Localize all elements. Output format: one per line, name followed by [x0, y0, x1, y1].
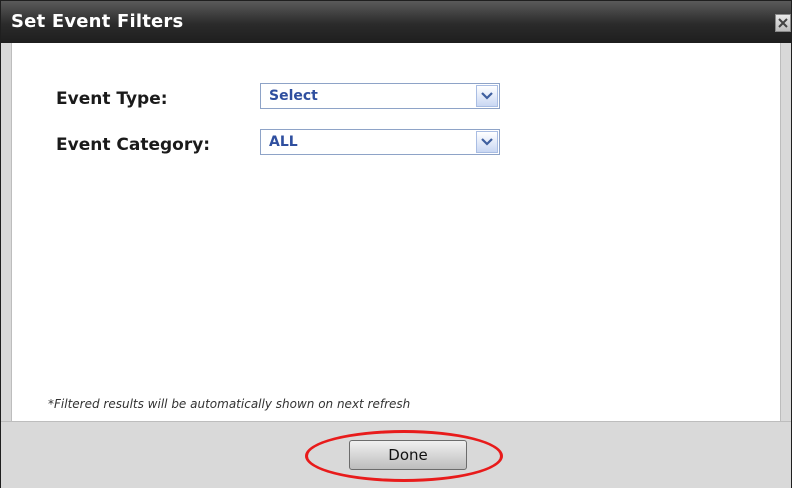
dialog-titlebar: Set Event Filters [1, 1, 791, 43]
set-event-filters-dialog: Set Event Filters Event Type: Select Eve… [0, 0, 792, 488]
event-category-select[interactable]: ALL [260, 129, 500, 155]
dialog-footer: Done [1, 421, 791, 488]
dialog-title: Set Event Filters [11, 11, 184, 32]
event-type-selected-value: Select [269, 88, 318, 104]
close-button[interactable] [775, 14, 791, 32]
dialog-content: Event Type: Select Event Category: ALL *… [11, 43, 781, 421]
event-category-dropdown-button[interactable] [476, 131, 498, 153]
refresh-footnote: *Filtered results will be automatically … [48, 397, 411, 411]
event-type-dropdown-button[interactable] [476, 85, 498, 107]
done-button[interactable]: Done [349, 440, 467, 470]
chevron-down-icon [481, 138, 493, 146]
event-type-select[interactable]: Select [260, 83, 500, 109]
event-category-label: Event Category: [56, 135, 211, 155]
event-category-selected-value: ALL [269, 134, 298, 150]
close-icon [778, 18, 788, 28]
chevron-down-icon [481, 92, 493, 100]
event-type-label: Event Type: [56, 89, 168, 109]
